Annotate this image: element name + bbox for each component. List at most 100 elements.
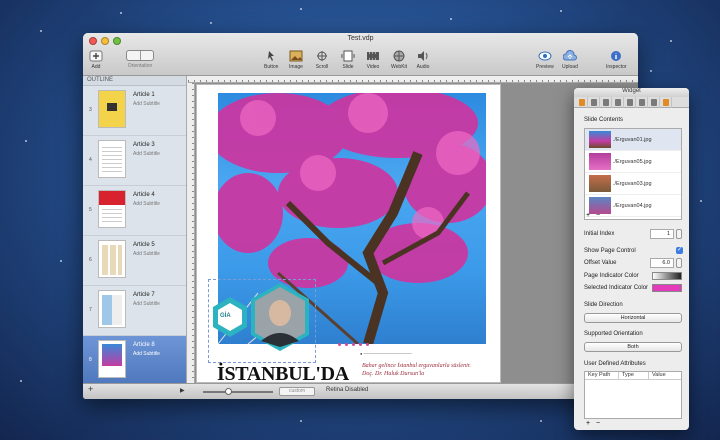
scroll-icon — [317, 51, 327, 61]
attributes-icon — [590, 99, 597, 106]
list-item[interactable]: ./Erguvan03.jpg — [585, 173, 681, 195]
design-canvas[interactable]: GİA ● ───────────────── İSTANBUL'DA Baha… — [188, 76, 638, 383]
article-title: Article 8 — [133, 342, 155, 348]
scroll-tool[interactable]: Scroll — [315, 50, 329, 70]
tab-size[interactable] — [612, 97, 624, 108]
tab-style[interactable] — [636, 97, 648, 108]
sidebar-item-article-8[interactable]: 8 Article 8 Add Subtitle — [83, 336, 186, 386]
eye-icon — [538, 51, 552, 61]
article-subtitle: Add Subtitle — [133, 201, 160, 207]
column-header[interactable]: Value — [649, 372, 681, 379]
webkit-tool[interactable]: WebKit — [391, 50, 407, 70]
webkit-tool-label: WebKit — [391, 64, 408, 70]
supported-orientation-select[interactable]: Both — [584, 342, 682, 352]
tab-slide[interactable] — [660, 97, 672, 108]
add-button[interactable]: Add — [89, 50, 103, 70]
sidebar-item-article-4[interactable]: 5 Article 4 Add Subtitle — [83, 186, 186, 236]
add-slide-button[interactable]: + — [586, 212, 590, 219]
slide-thumbnail — [589, 131, 611, 148]
preview-button[interactable]: Preview — [536, 50, 554, 70]
tab-layout[interactable] — [648, 97, 660, 108]
show-page-control-checkbox[interactable]: ✓ — [676, 247, 683, 254]
page-indicator-color-well[interactable] — [652, 272, 682, 280]
widget-panel: Widget Slide Contents ./Erguvan01.jpg ./… — [574, 88, 689, 430]
page-control[interactable] — [338, 343, 369, 346]
slide-direction-select[interactable]: Horizontal — [584, 313, 682, 323]
article-number: 3 — [89, 107, 92, 113]
zoom-popup[interactable]: custom — [279, 387, 315, 396]
remove-slide-button[interactable]: − — [596, 212, 600, 219]
tab-attributes[interactable] — [588, 97, 600, 108]
document-icon — [602, 99, 609, 106]
byline: ● ───────────────── — [360, 351, 412, 356]
scroll-tool-label: Scroll — [315, 64, 329, 70]
lead-text: Bahar gelince İstanbul erguvanlarla süsl… — [362, 363, 471, 377]
video-tool[interactable]: Video — [366, 50, 380, 70]
slide-thumbnail — [589, 175, 611, 192]
audio-tool[interactable]: Audio — [416, 50, 430, 70]
orientation-label: Orientation — [127, 63, 153, 69]
selected-indicator-color-label: Selected Indicator Color — [584, 285, 649, 291]
list-item[interactable]: ./Erguvan05.jpg — [585, 151, 681, 173]
window-toolbar: Test.vdp Add Orientation Button Image Sc… — [83, 33, 638, 76]
ruler-icon — [614, 99, 621, 106]
user-defined-attributes-table[interactable]: Key Path Type Value — [584, 371, 682, 419]
article-thumbnail — [98, 140, 126, 178]
slide-icon — [341, 50, 355, 62]
vertical-ruler — [188, 83, 195, 383]
article-subtitle: Add Subtitle — [133, 101, 160, 107]
selected-indicator-color-well[interactable] — [652, 284, 682, 292]
window-title: Test.vdp — [347, 35, 374, 42]
supported-orientation-label: Supported Orientation — [584, 331, 643, 337]
orientation-segment[interactable] — [126, 50, 154, 61]
offset-value-stepper[interactable] — [676, 258, 682, 268]
article-thumbnail — [98, 340, 126, 378]
add-page-button[interactable]: + — [88, 384, 93, 394]
image-tool[interactable]: Image — [289, 50, 303, 70]
initial-index-label: Initial Index — [584, 231, 615, 237]
inspector-button[interactable]: Inspector — [606, 50, 627, 70]
add-attribute-button[interactable]: + — [586, 420, 590, 427]
inspector-label: Inspector — [606, 64, 627, 70]
upload-button[interactable]: Upload — [562, 50, 578, 70]
slide-tool-label: Slide — [342, 64, 354, 70]
article-page[interactable]: GİA ● ───────────────── İSTANBUL'DA Baha… — [196, 84, 501, 383]
sidebar-item-article-5[interactable]: 6 Article 5 Add Subtitle — [83, 236, 186, 286]
article-title: Article 3 — [133, 142, 155, 148]
video-tool-label: Video — [366, 64, 380, 70]
slide-filename: ./Erguvan01.jpg — [613, 136, 652, 143]
tab-widget[interactable] — [576, 97, 588, 108]
sidebar-item-article-7[interactable]: 7 Article 7 Add Subtitle — [83, 286, 186, 336]
article-number: 6 — [89, 257, 92, 263]
offset-value-label: Offset Value — [584, 260, 617, 266]
outline-header: OUTLINE — [83, 76, 186, 86]
style-icon — [638, 99, 645, 106]
article-number: 7 — [89, 307, 92, 313]
sidebar-item-article-3[interactable]: 4 Article 3 Add Subtitle — [83, 136, 186, 186]
show-page-control-label: Show Page Control — [584, 248, 636, 254]
list-item[interactable]: ./Erguvan01.jpg — [585, 129, 681, 151]
column-header[interactable]: Type — [619, 372, 649, 379]
initial-index-stepper[interactable] — [676, 229, 682, 239]
article-subtitle: Add Subtitle — [133, 351, 160, 357]
slide-contents-list[interactable]: ./Erguvan01.jpg ./Erguvan05.jpg ./Erguva… — [584, 128, 682, 220]
plus-icon — [89, 50, 103, 62]
tab-document[interactable] — [600, 97, 612, 108]
play-icon[interactable]: ▶ — [180, 387, 185, 394]
slide-tool[interactable]: Slide — [341, 50, 355, 70]
user-defined-attributes-label: User Defined Attributes — [584, 361, 646, 367]
offset-value-field[interactable]: 6.0 — [650, 258, 674, 268]
tab-link[interactable] — [624, 97, 636, 108]
initial-index-field[interactable]: 1 — [650, 229, 674, 239]
pointer-icon — [268, 51, 275, 61]
article-number: 5 — [89, 207, 92, 213]
zoom-slider[interactable] — [203, 388, 273, 395]
globe-icon — [393, 50, 405, 62]
column-header[interactable]: Key Path — [585, 372, 619, 379]
button-tool[interactable]: Button — [264, 50, 278, 70]
remove-attribute-button[interactable]: − — [596, 420, 600, 427]
sidebar-item-article-1[interactable]: 3 Article 1 Add Subtitle — [83, 86, 186, 136]
link-icon — [626, 99, 633, 106]
speaker-icon — [418, 51, 428, 61]
orientation-control[interactable]: Orientation — [126, 50, 154, 69]
